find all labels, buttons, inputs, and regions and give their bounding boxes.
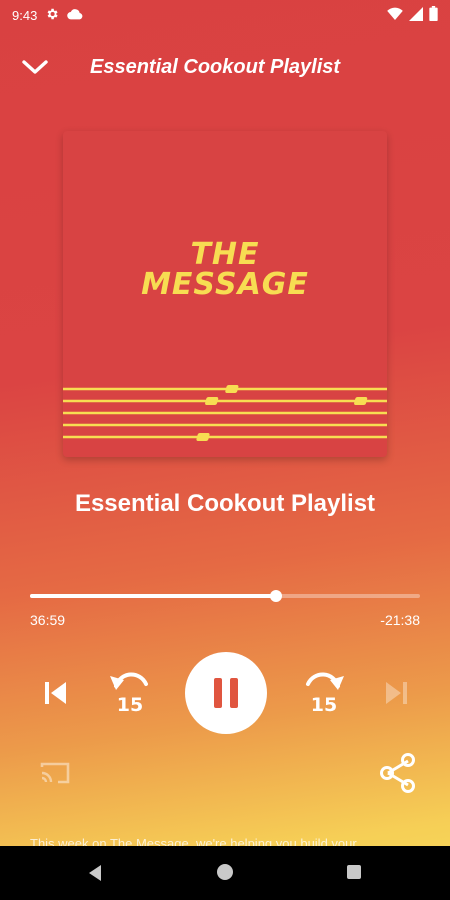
- system-nav-bar: [0, 846, 450, 900]
- elapsed-time: 36:59: [30, 612, 66, 628]
- nav-recents-button[interactable]: [345, 863, 363, 881]
- pause-icon: [214, 678, 238, 708]
- play-pause-button[interactable]: [185, 652, 267, 734]
- rewind-seconds-label: 15: [116, 694, 144, 716]
- skip-next-icon: [386, 682, 407, 704]
- status-bar: 9:43: [0, 0, 450, 30]
- forward-15-button[interactable]: 15: [296, 664, 352, 720]
- seek-bar-progress: [30, 594, 276, 598]
- cast-button[interactable]: [36, 756, 74, 790]
- wifi-icon: [387, 7, 403, 23]
- seek-bar[interactable]: [30, 590, 420, 602]
- recents-icon: [347, 865, 361, 879]
- back-icon: [89, 865, 101, 881]
- share-icon: [380, 753, 415, 793]
- forward-seconds-label: 15: [310, 694, 338, 716]
- header-title: Essential Cookout Playlist: [90, 56, 341, 78]
- previous-button[interactable]: [34, 672, 76, 714]
- home-icon: [217, 864, 233, 880]
- battery-icon: [429, 6, 438, 24]
- collapse-button[interactable]: [18, 52, 52, 82]
- remaining-time: -21:38: [380, 612, 420, 628]
- signal-icon: [409, 6, 423, 24]
- player-header: Essential Cookout Playlist: [0, 44, 450, 90]
- nav-back-button[interactable]: [84, 862, 106, 884]
- nav-home-button[interactable]: [215, 862, 235, 882]
- cloud-icon: [67, 8, 83, 23]
- share-button[interactable]: [376, 750, 420, 796]
- status-time: 9:43: [12, 7, 38, 23]
- track-title: Essential Cookout Playlist: [74, 490, 376, 517]
- chevron-down-icon: [22, 60, 48, 74]
- next-button[interactable]: [376, 672, 418, 714]
- cast-icon: [40, 762, 70, 784]
- album-artwork: THE MESSAGE: [63, 131, 387, 457]
- gear-icon: [45, 7, 59, 24]
- seek-bar-thumb[interactable]: [270, 590, 282, 602]
- skip-previous-icon: [45, 682, 66, 704]
- rewind-15-button[interactable]: 15: [102, 664, 158, 720]
- music-staff-graphic: [63, 385, 387, 441]
